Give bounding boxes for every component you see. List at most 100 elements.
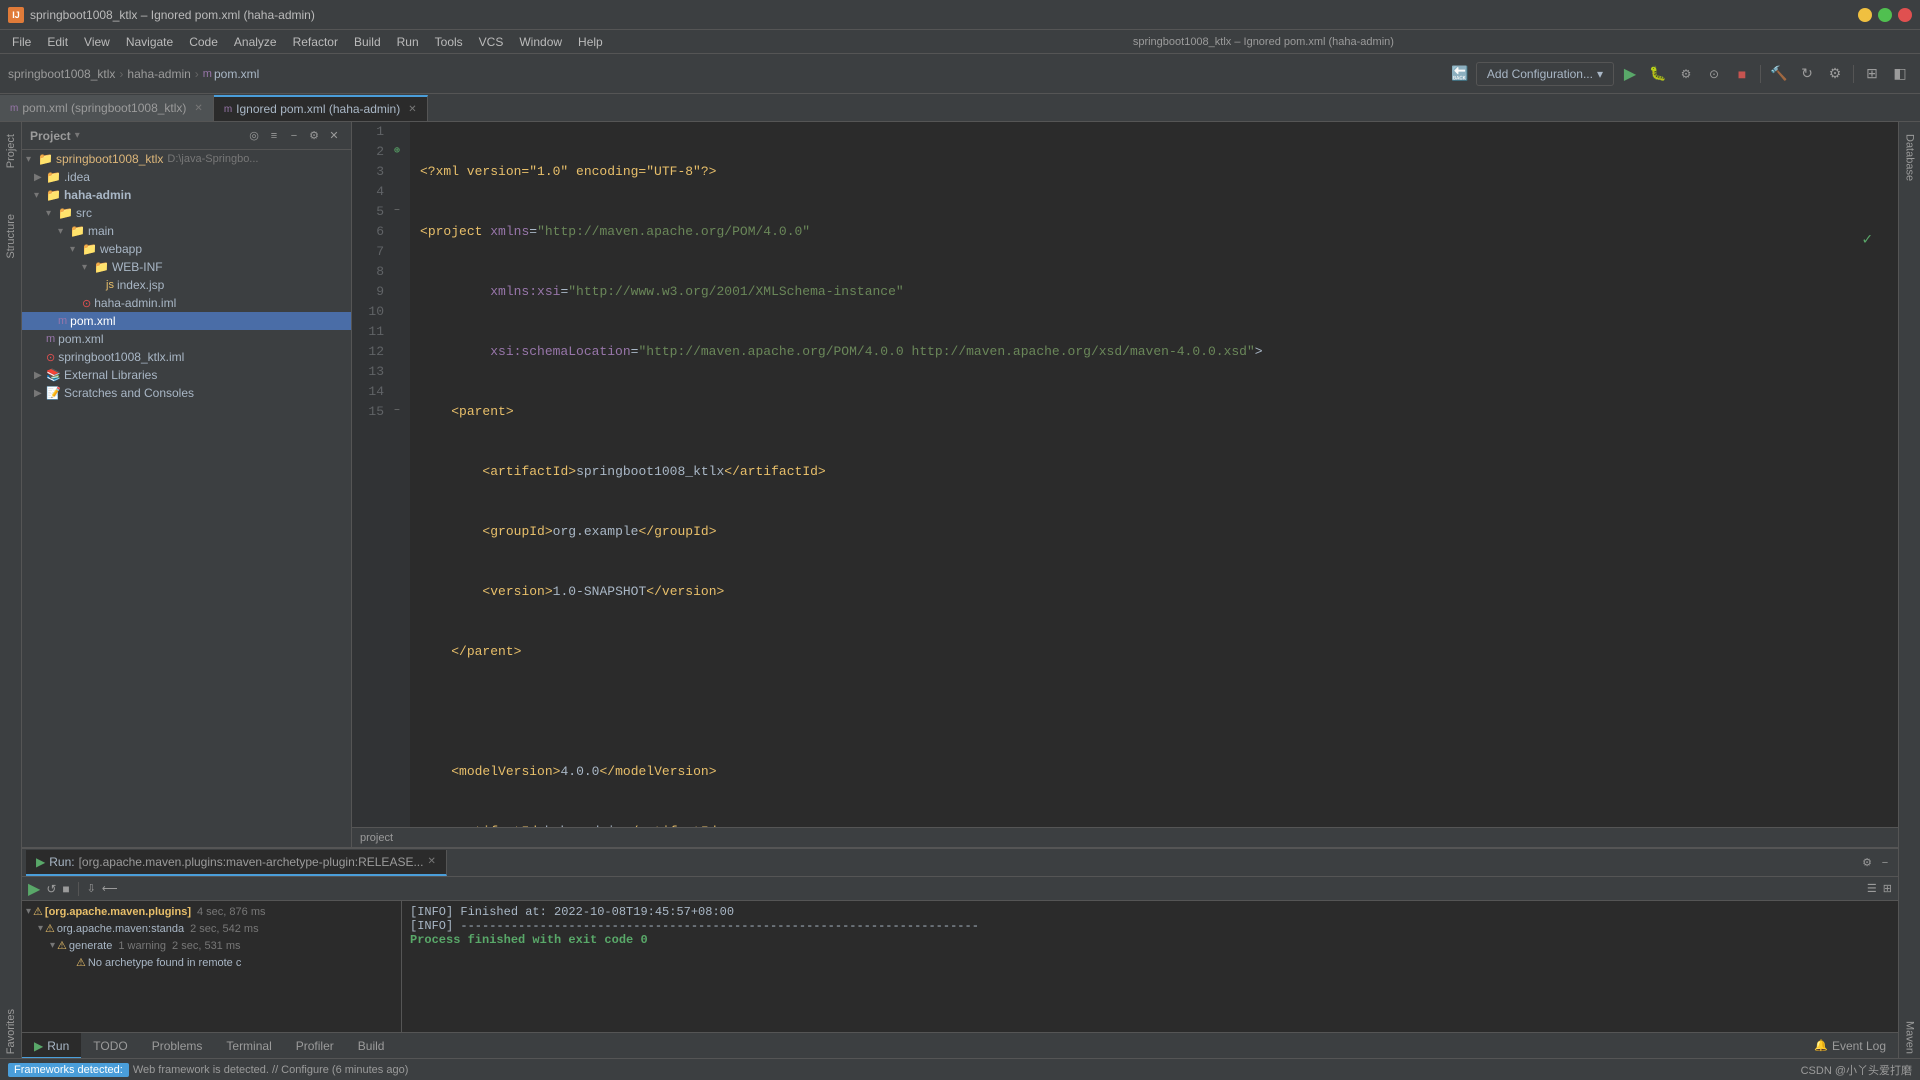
run-button[interactable]: ▶ <box>1618 62 1642 86</box>
run-tree-noarchetype[interactable]: ⚠ No archetype found in remote c <box>22 954 401 971</box>
breadcrumb-project[interactable]: springboot1008_ktlx <box>8 67 115 81</box>
scratches-arrow[interactable]: ▶ <box>34 388 46 399</box>
run-play-btn[interactable]: ▶ <box>26 877 42 901</box>
sidebar-locate-btn[interactable]: ◎ <box>245 127 263 145</box>
minimize-button[interactable] <box>1858 8 1872 22</box>
tab-pom-springboot[interactable]: m pom.xml (springboot1008_ktlx) ✕ <box>0 95 214 121</box>
btab-terminal[interactable]: Terminal <box>214 1035 283 1057</box>
menu-vcs[interactable]: VCS <box>471 33 512 51</box>
stop-button[interactable]: ■ <box>1730 62 1754 86</box>
structure-side-label[interactable]: Structure <box>3 210 19 263</box>
generate-arrow[interactable]: ▾ <box>50 940 55 951</box>
tree-item-idea[interactable]: ▶ 📁 .idea <box>22 168 351 186</box>
tree-item-webapp[interactable]: ▾ 📁 webapp <box>22 240 351 258</box>
settings-button[interactable]: ⚙ <box>1823 62 1847 86</box>
menu-view[interactable]: View <box>76 33 118 51</box>
tree-item-scratches[interactable]: ▶ 📝 Scratches and Consoles <box>22 384 351 402</box>
expand-button[interactable]: ⊞ <box>1860 62 1884 86</box>
btab-build[interactable]: Build <box>346 1035 397 1057</box>
tab-pom-haha[interactable]: m Ignored pom.xml (haha-admin) ✕ <box>214 95 428 121</box>
menu-file[interactable]: File <box>4 33 39 51</box>
tree-item-haha[interactable]: ▾ 📁 haha-admin <box>22 186 351 204</box>
code-content[interactable]: <?xml version="1.0" encoding="UTF-8"?> <… <box>410 122 1898 827</box>
run-filter-btn[interactable]: ☰ <box>1865 880 1879 897</box>
add-configuration-button[interactable]: Add Configuration... ▾ <box>1476 62 1614 86</box>
close-button[interactable] <box>1898 8 1912 22</box>
menu-window[interactable]: Window <box>511 33 570 51</box>
frameworks-detected-badge[interactable]: Frameworks detected: <box>8 1063 129 1077</box>
menu-help[interactable]: Help <box>570 33 611 51</box>
tree-item-src[interactable]: ▾ 📁 src <box>22 204 351 222</box>
run-scroll-btn[interactable]: ⇩ <box>85 880 98 897</box>
sync-button[interactable]: ↻ <box>1795 62 1819 86</box>
menu-edit[interactable]: Edit <box>39 33 76 51</box>
extlibs-arrow[interactable]: ▶ <box>34 370 46 381</box>
sidebar-expand-btn[interactable]: ≡ <box>265 127 283 145</box>
foldgutter-15[interactable]: − <box>394 402 408 422</box>
sidebar-dropdown-icon[interactable]: ▾ <box>75 130 80 141</box>
foldgutter-2[interactable]: ⊕ <box>394 142 408 162</box>
run-wrap-btn[interactable]: ⟵ <box>100 880 120 897</box>
menu-analyze[interactable]: Analyze <box>226 33 285 51</box>
btab-problems[interactable]: Problems <box>140 1035 215 1057</box>
database-side-label[interactable]: Database <box>1902 130 1918 185</box>
main-arrow[interactable]: ▾ <box>58 226 70 237</box>
src-arrow[interactable]: ▾ <box>46 208 58 219</box>
breadcrumb-file[interactable]: m pom.xml <box>203 67 260 81</box>
foldgutter-5[interactable]: − <box>394 202 408 222</box>
project-side-label[interactable]: Project <box>3 130 19 172</box>
debug-button[interactable]: 🐛 <box>1646 62 1670 86</box>
tree-item-haha-iml[interactable]: ⊙ haha-admin.iml <box>22 294 351 312</box>
haha-arrow[interactable]: ▾ <box>34 190 46 201</box>
menu-refactor[interactable]: Refactor <box>285 33 346 51</box>
menu-tools[interactable]: Tools <box>427 33 471 51</box>
run-tree-standa[interactable]: ▾ ⚠ org.apache.maven:standa 2 sec, 542 m… <box>22 920 401 937</box>
menu-build[interactable]: Build <box>346 33 389 51</box>
btab-profiler[interactable]: Profiler <box>284 1035 346 1057</box>
root-arrow[interactable]: ▾ <box>26 154 38 165</box>
sidebar-close-btn[interactable]: ✕ <box>325 127 343 145</box>
run-layout-btn[interactable]: ⊞ <box>1881 880 1894 897</box>
maximize-button[interactable] <box>1878 8 1892 22</box>
tree-item-extlibs[interactable]: ▶ 📚 External Libraries <box>22 366 351 384</box>
favorites-side-label[interactable]: Favorites <box>3 1005 19 1058</box>
maven-side-label[interactable]: Maven <box>1902 1017 1918 1058</box>
run-tab-close[interactable]: ✕ <box>427 856 435 867</box>
bottom-settings-btn[interactable]: ⚙ <box>1858 854 1876 872</box>
tree-item-springiml[interactable]: ⊙ springboot1008_ktlx.iml <box>22 348 351 366</box>
run-rerun-btn[interactable]: ↺ <box>44 880 58 898</box>
coverage-button[interactable]: ⚙ <box>1674 62 1698 86</box>
tab-close-1[interactable]: ✕ <box>194 103 202 114</box>
webapp-arrow[interactable]: ▾ <box>70 244 82 255</box>
btab-todo[interactable]: TODO <box>81 1035 139 1057</box>
view-mode-button[interactable]: ◧ <box>1888 62 1912 86</box>
btab-run[interactable]: ▶ Run <box>22 1033 81 1059</box>
menu-run[interactable]: Run <box>389 33 427 51</box>
tab-close-2[interactable]: ✕ <box>408 104 416 115</box>
build-button[interactable]: 🔨 <box>1767 62 1791 86</box>
run-tree-generate[interactable]: ▾ ⚠ generate 1 warning 2 sec, 531 ms <box>22 937 401 954</box>
navigate-back-button[interactable]: 🔙 <box>1448 62 1472 86</box>
tree-item-index-jsp[interactable]: js index.jsp <box>22 276 351 294</box>
run-stop-btn[interactable]: ■ <box>60 880 71 898</box>
run-tree-root[interactable]: ▾ ⚠ [org.apache.maven.plugins] 4 sec, 87… <box>22 903 401 920</box>
code-editor[interactable]: 1 2 3 4 5 6 7 8 9 10 11 12 13 <box>352 122 1898 827</box>
sidebar-settings-btn[interactable]: ⚙ <box>305 127 323 145</box>
btab-event-log[interactable]: 🔔 Event Log <box>1802 1035 1898 1057</box>
tree-item-main[interactable]: ▾ 📁 main <box>22 222 351 240</box>
breadcrumb-module[interactable]: haha-admin <box>127 67 190 81</box>
sidebar-collapse-btn[interactable]: − <box>285 127 303 145</box>
idea-arrow[interactable]: ▶ <box>34 172 46 183</box>
tree-item-pom-root[interactable]: m pom.xml <box>22 330 351 348</box>
root-expand-arrow[interactable]: ▾ <box>26 906 31 917</box>
tree-item-pom-selected[interactable]: m pom.xml <box>22 312 351 330</box>
tree-item-webinf[interactable]: ▾ 📁 WEB-INF <box>22 258 351 276</box>
menu-code[interactable]: Code <box>181 33 226 51</box>
bottom-close-btn[interactable]: − <box>1876 854 1894 872</box>
profile-button[interactable]: ⊙ <box>1702 62 1726 86</box>
standa-arrow[interactable]: ▾ <box>38 923 43 934</box>
menu-navigate[interactable]: Navigate <box>118 33 181 51</box>
tree-item-root[interactable]: ▾ 📁 springboot1008_ktlx D:\java-Springbo… <box>22 150 351 168</box>
run-tab[interactable]: ▶ Run: [org.apache.maven.plugins:maven-a… <box>26 850 447 876</box>
webinf-arrow[interactable]: ▾ <box>82 262 94 273</box>
